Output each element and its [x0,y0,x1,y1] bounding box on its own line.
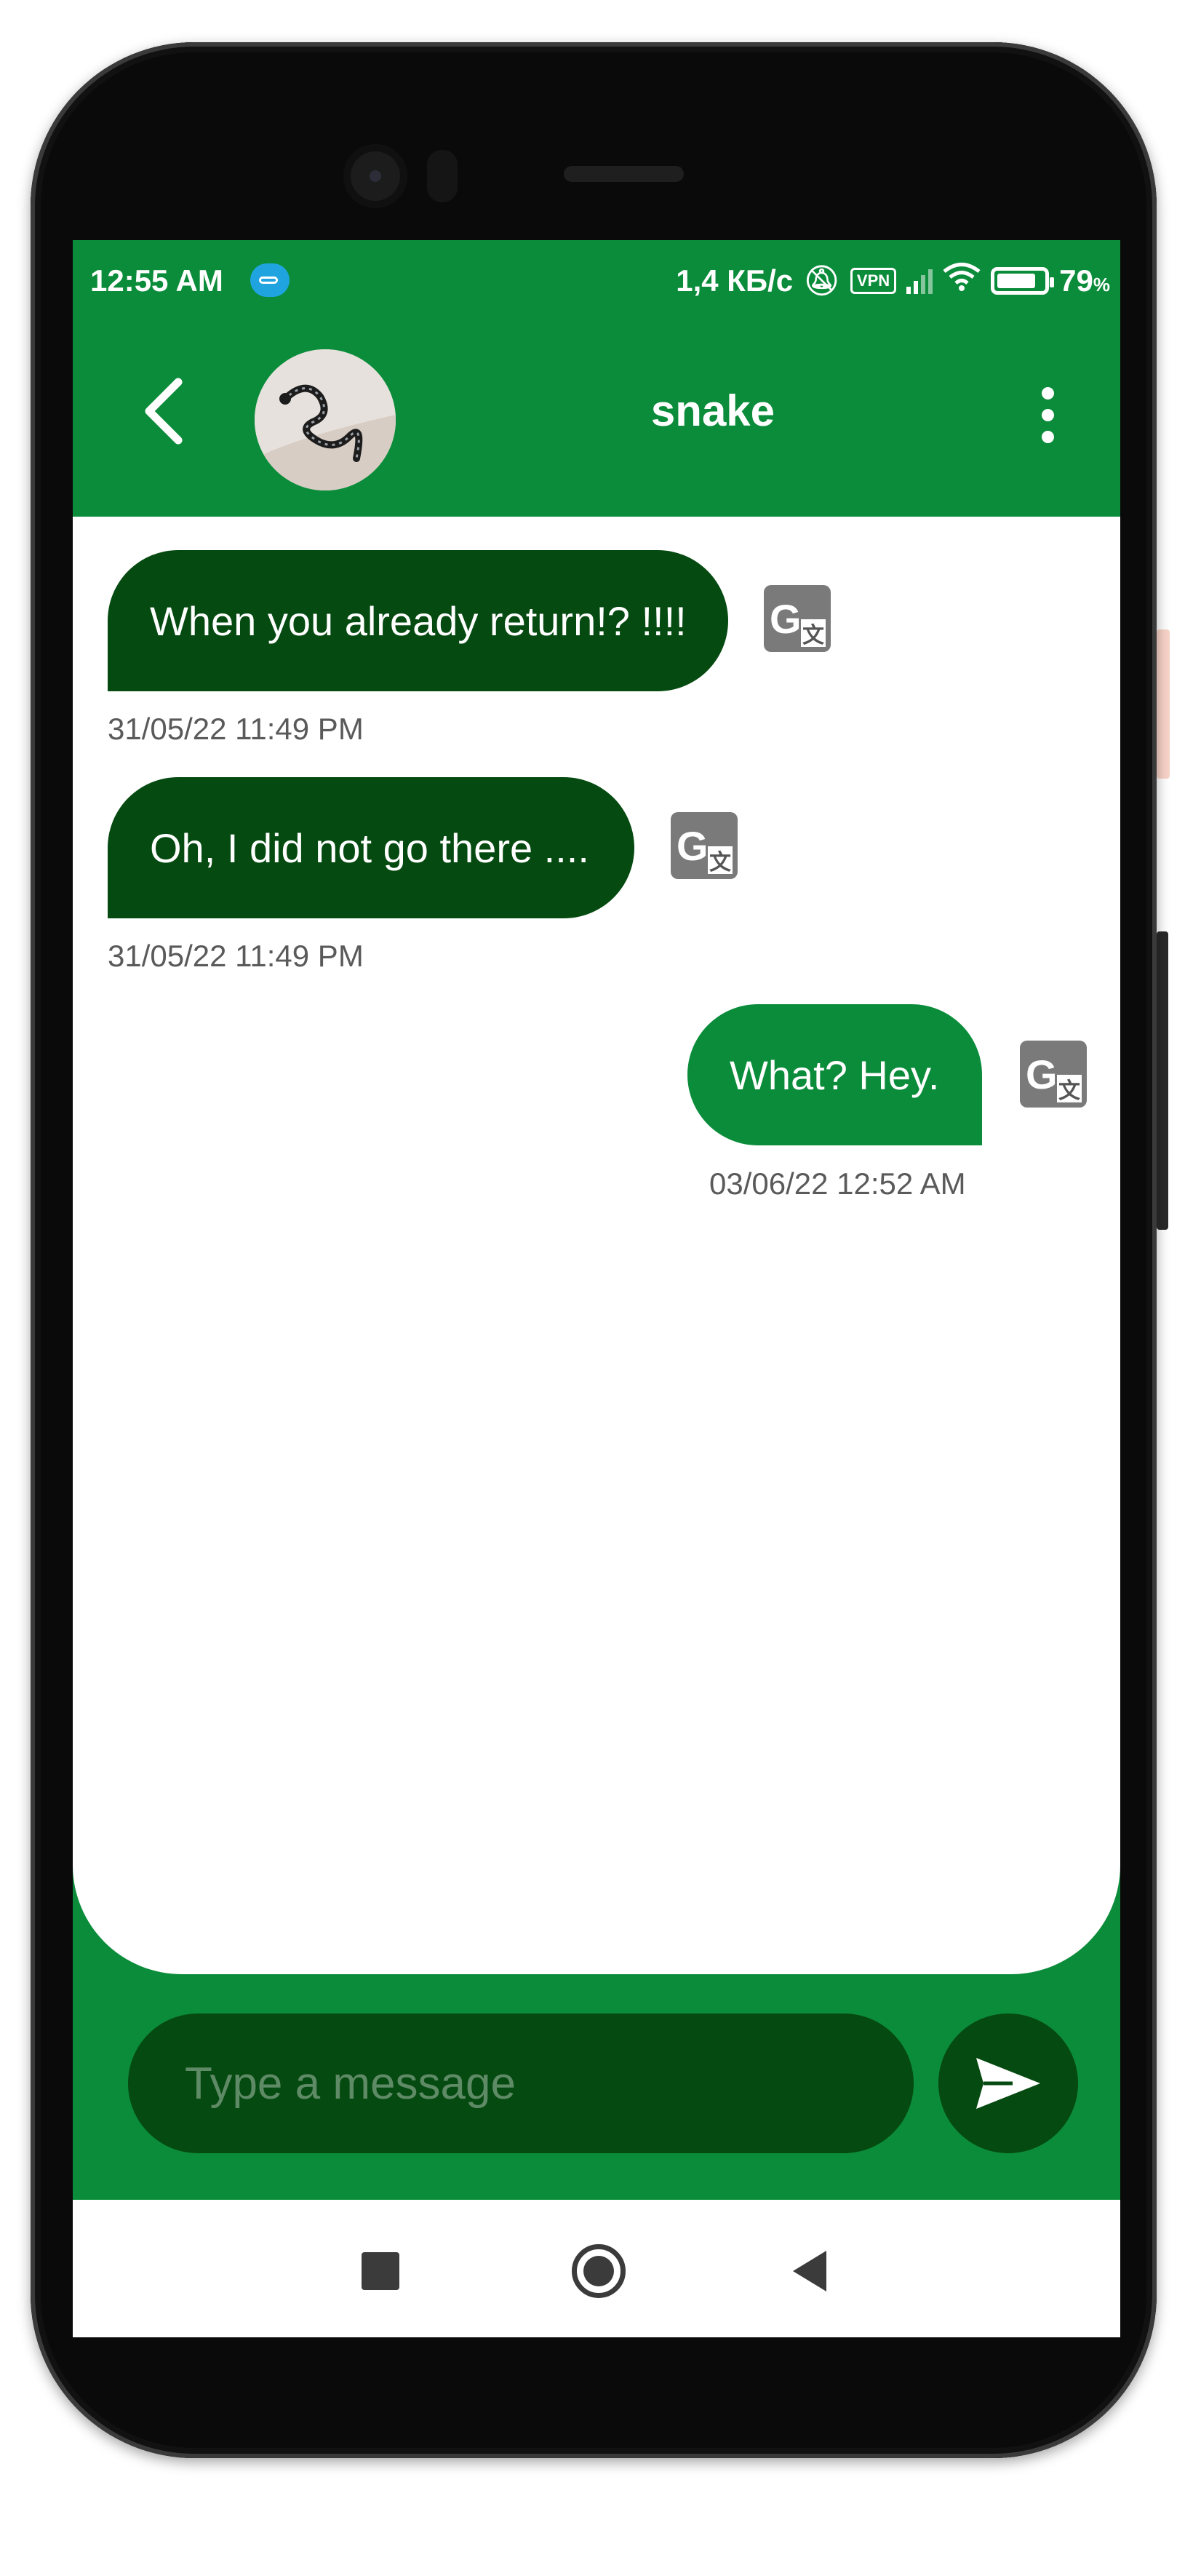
home-button[interactable] [572,2244,626,2298]
dot [1041,386,1054,399]
contact-name: snake [650,386,775,435]
proximity-sensor [427,150,458,202]
system-navigation-bar [73,2200,1120,2337]
battery-percent: 79% [1059,263,1110,298]
vpn-key-icon [250,263,290,297]
status-indicators: 1,4 КБ/с 🔕︎ VPN 79% [676,262,1110,299]
status-bar: 12:55 AM 1,4 КБ/с 🔕︎ VPN 79% [73,240,1120,320]
snake-photo-icon [255,349,396,490]
notifications-muted-icon: 🔕︎ [803,265,840,297]
dot [1041,408,1054,421]
message-bubble-incoming[interactable]: Oh, I did not go there .... [108,777,634,918]
send-button[interactable] [938,2014,1078,2153]
network-speed: 1,4 КБ/с [676,263,794,298]
dot [1041,430,1054,443]
contact-avatar[interactable] [255,349,396,490]
message-composer [73,1974,1120,2200]
cell-signal-icon [906,268,933,294]
more-options-button[interactable] [1018,364,1077,466]
system-back-button[interactable] [793,2251,826,2291]
front-camera [343,144,407,208]
message-list[interactable]: When you already return!? !!!! G文 31/05/… [73,517,1120,1974]
google-translate-icon[interactable]: G文 [764,585,831,652]
chevron-left-icon [145,378,183,445]
google-translate-icon[interactable]: G文 [671,812,738,879]
phone-screen: 12:55 AM 1,4 КБ/с 🔕︎ VPN 79% snake When … [73,240,1120,2337]
battery-icon [991,266,1055,295]
message-timestamp: 31/05/22 11:49 PM [108,712,364,746]
google-translate-icon[interactable]: G文 [1020,1041,1087,1108]
send-icon [976,2058,1040,2109]
back-button[interactable] [124,357,204,466]
status-time: 12:55 AM [90,263,223,298]
vpn-badge: VPN [850,267,897,294]
recents-button[interactable] [362,2252,399,2290]
message-input[interactable] [128,2014,914,2153]
wifi-icon [943,262,981,299]
message-timestamp: 03/06/22 12:52 AM [709,1166,966,1201]
chat-header: snake [73,320,1120,517]
phone-side-accent [1157,629,1170,779]
message-timestamp: 31/05/22 11:49 PM [108,939,364,973]
earpiece-speaker [564,166,684,182]
message-bubble-outgoing[interactable]: What? Hey. [687,1004,982,1145]
message-bubble-incoming[interactable]: When you already return!? !!!! [108,550,728,691]
phone-side-button [1157,931,1168,1230]
